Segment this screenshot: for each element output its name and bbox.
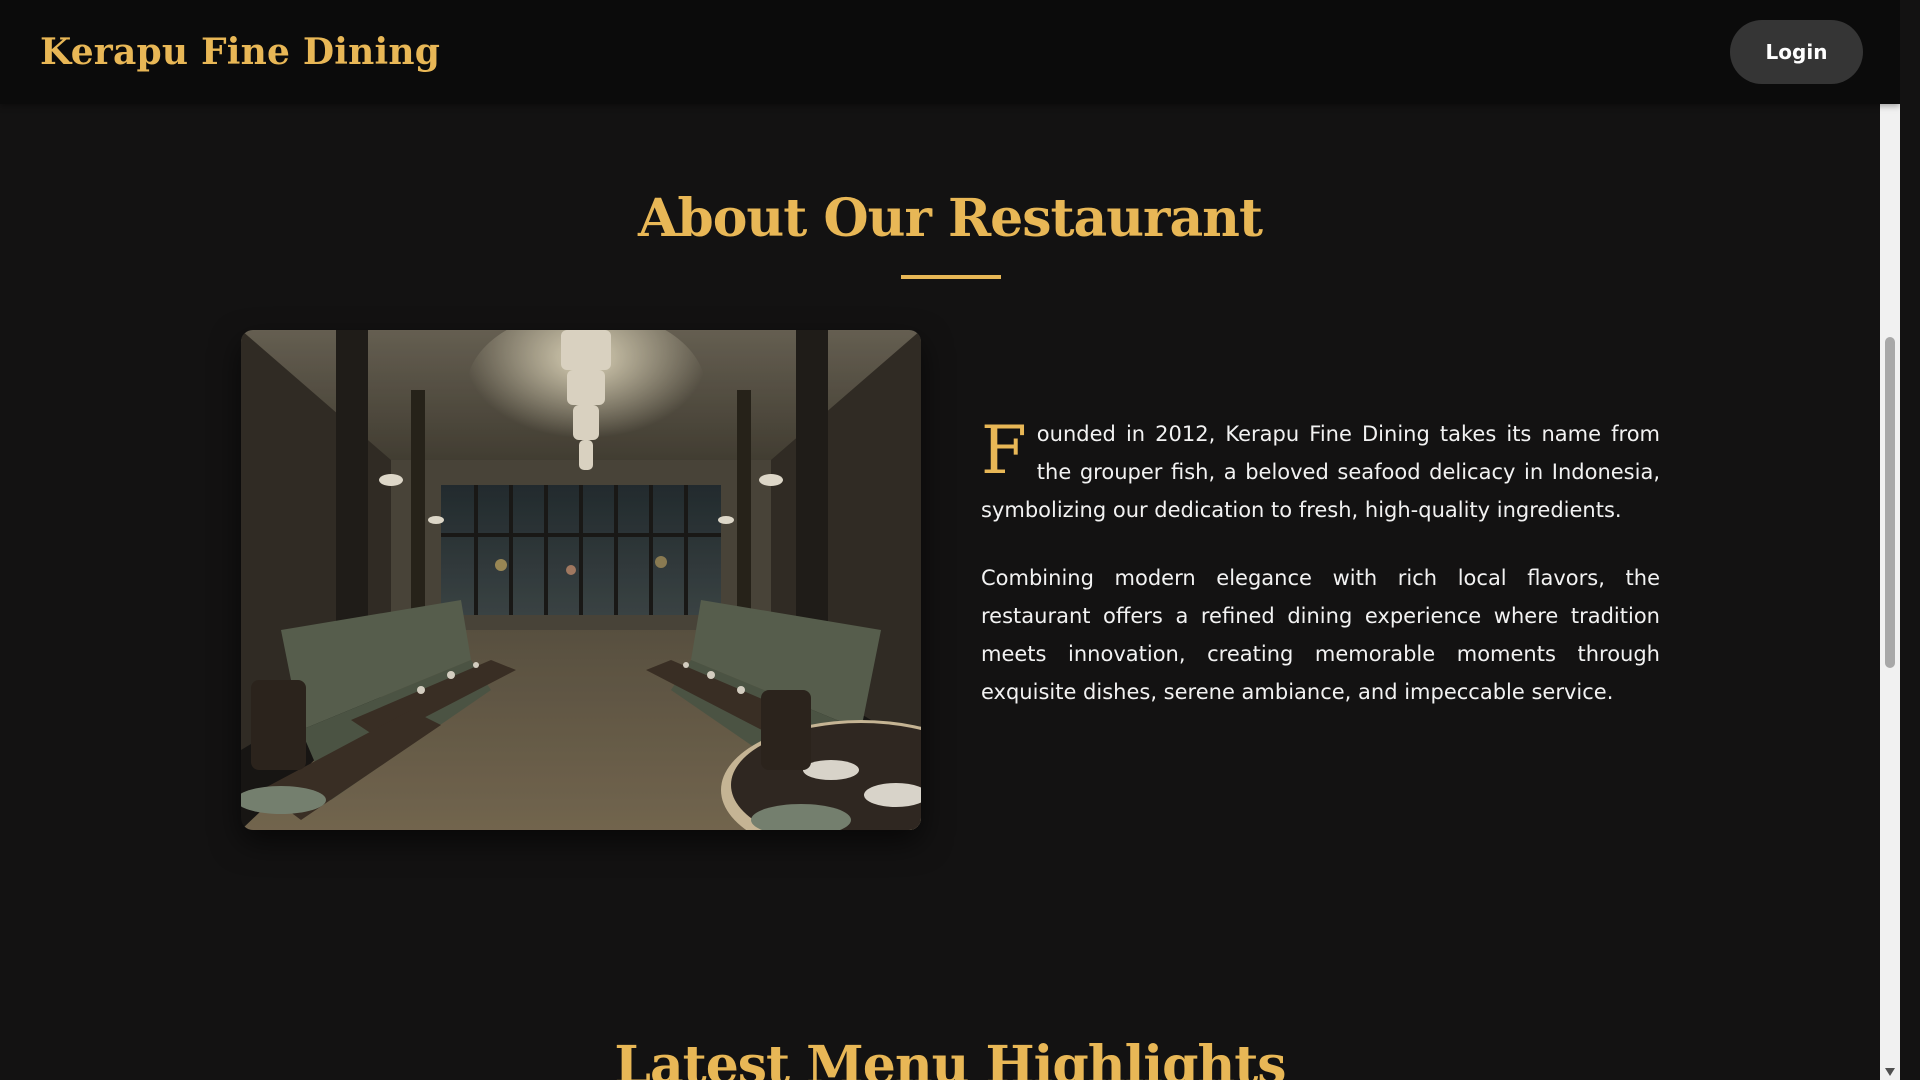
about-paragraph-2: Combining modern elegance with rich loca…: [981, 566, 1660, 704]
navbar: Kerapu Fine Dining Login: [0, 0, 1900, 104]
title-underline-divider: [901, 275, 1001, 279]
scroll-down-button[interactable]: [1880, 1063, 1900, 1080]
about-section-title: About Our Restaurant: [638, 188, 1263, 249]
brand-logo[interactable]: Kerapu Fine Dining: [40, 31, 440, 73]
about-description: Founded in 2012, Kerapu Fine Dining take…: [981, 415, 1660, 741]
vertical-scrollbar[interactable]: [1880, 0, 1900, 1080]
triangle-down-icon: [1885, 1067, 1895, 1076]
drop-cap-letter: F: [981, 412, 1027, 489]
about-paragraph-1: Founded in 2012, Kerapu Fine Dining take…: [981, 415, 1660, 529]
page: Kerapu Fine Dining Login About Our Resta…: [0, 0, 1900, 1080]
restaurant-interior-image: [241, 330, 921, 830]
menu-highlights-title: Latest Menu Highlights: [614, 1035, 1286, 1080]
login-button[interactable]: Login: [1730, 20, 1863, 84]
about-paragraph-1-text: ounded in 2012, Kerapu Fine Dining takes…: [981, 422, 1660, 522]
scrollbar-thumb[interactable]: [1885, 337, 1895, 668]
